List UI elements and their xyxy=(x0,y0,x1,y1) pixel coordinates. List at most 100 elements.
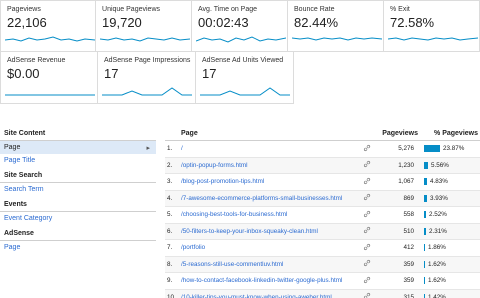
external-link-icon[interactable] xyxy=(363,292,371,298)
row-index: 10. xyxy=(165,289,179,298)
metric-card[interactable]: Bounce Rate 82.44% xyxy=(288,0,385,52)
sparkline-icon xyxy=(5,36,95,42)
header-pageviews[interactable]: Pageviews xyxy=(375,127,420,141)
page-link[interactable]: /blog-post-promotion-tips.html xyxy=(181,178,264,185)
pct-value: 1.62% xyxy=(428,277,446,285)
metric-label: Avg. Time on Page xyxy=(198,6,258,13)
sidebar-item-label: Event Category xyxy=(4,215,53,222)
page-link[interactable]: /7-awesome-ecommerce-platforms-small-bus… xyxy=(181,195,342,202)
metric-label: Unique Pageviews xyxy=(102,6,160,13)
sparkline-icon xyxy=(196,36,287,43)
sparkline-icon xyxy=(292,37,383,41)
row-link-cell xyxy=(359,289,375,298)
page-link[interactable]: /optin-popup-forms.html xyxy=(181,162,248,169)
pct-value: 1.86% xyxy=(428,244,446,252)
pct-bar xyxy=(424,244,425,252)
pct-bar-group: 23.87% xyxy=(424,145,478,153)
pct-value: 2.31% xyxy=(429,227,447,235)
metric-card[interactable]: % Exit 72.58% xyxy=(384,0,480,52)
metric-label: AdSense Ad Units Viewed xyxy=(202,57,284,64)
pct-value: 1.42% xyxy=(428,293,446,298)
metric-value: 19,720 xyxy=(102,15,142,30)
sparkline-icon xyxy=(200,87,290,96)
sidebar-item[interactable]: Search Term xyxy=(0,183,156,196)
sidebar-section: Site Content Page ▸ Page Title xyxy=(0,127,156,167)
pct-bar xyxy=(424,194,427,202)
metric-card[interactable]: Pageviews 22,106 xyxy=(0,0,97,52)
sidebar-item[interactable]: Page ▸ xyxy=(0,141,156,154)
metric-card[interactable]: AdSense Ad Units Viewed 17 xyxy=(196,52,294,104)
row-pageviews: 359 xyxy=(375,256,420,273)
row-index: 1. xyxy=(165,140,179,158)
row-pct-cell: 2.52% xyxy=(420,206,480,224)
external-link-icon[interactable] xyxy=(363,210,371,218)
row-link-cell xyxy=(359,256,375,273)
page-link[interactable]: /how-to-contact-facebook-linkedin-twitte… xyxy=(181,277,342,284)
sidebar-item[interactable]: Event Category xyxy=(0,212,156,225)
sparkline-line xyxy=(200,87,290,96)
metric-value: 72.58% xyxy=(390,15,435,30)
row-pageviews: 869 xyxy=(375,190,420,207)
table-header-row: Page Pageviews % Pageviews xyxy=(165,127,480,141)
row-page-cell: /50-filters-to-keep-your-inbox-squeaky-c… xyxy=(179,223,359,240)
row-page-cell: / xyxy=(179,140,359,158)
header-page[interactable]: Page xyxy=(179,127,359,141)
pct-bar-group: 5.56% xyxy=(424,161,478,169)
metric-card[interactable]: Unique Pageviews 19,720 xyxy=(96,0,193,52)
page-link[interactable]: /portfolio xyxy=(181,244,205,251)
pct-bar-group: 4.83% xyxy=(424,178,478,186)
metric-label: % Exit xyxy=(390,6,410,13)
chevron-right-icon: ▸ xyxy=(146,145,150,152)
pct-value: 23.87% xyxy=(443,145,465,153)
external-link-icon[interactable] xyxy=(363,160,371,168)
pct-value: 3.93% xyxy=(430,194,448,202)
table-row: 5./choosing-best-tools-for-business.html… xyxy=(165,206,480,224)
sidebar-item[interactable]: Page Title xyxy=(0,154,156,167)
page-link[interactable]: /50-filters-to-keep-your-inbox-squeaky-c… xyxy=(181,228,318,235)
external-link-icon[interactable] xyxy=(363,226,371,234)
external-link-icon[interactable] xyxy=(363,243,371,251)
page-link[interactable]: /choosing-best-tools-for-business.html xyxy=(181,211,287,218)
table-row: 2./optin-popup-forms.html 1,230 5.56% xyxy=(165,157,480,174)
row-page-cell: /optin-popup-forms.html xyxy=(179,157,359,174)
pct-bar-group: 2.52% xyxy=(424,211,478,219)
row-pct-cell: 5.56% xyxy=(420,157,480,174)
header-pct-pageviews[interactable]: % Pageviews xyxy=(420,127,480,141)
row-link-cell xyxy=(359,140,375,158)
metric-card[interactable]: AdSense Page Impressions 17 xyxy=(98,52,196,104)
pct-bar xyxy=(424,161,428,169)
pct-bar xyxy=(424,145,440,153)
metric-card[interactable]: AdSense Revenue $0.00 xyxy=(0,52,98,104)
row-link-cell xyxy=(359,272,375,290)
external-link-icon[interactable] xyxy=(363,177,371,185)
page-link[interactable]: / xyxy=(181,145,183,152)
row-page-cell: /blog-post-promotion-tips.html xyxy=(179,173,359,191)
page-link[interactable]: /5-reasons-still-use-commentluv.html xyxy=(181,261,283,268)
row-pageviews: 558 xyxy=(375,206,420,224)
table-row: 10./10-killer-tips-you-must-know-when-us… xyxy=(165,289,480,298)
row-page-cell: /5-reasons-still-use-commentluv.html xyxy=(179,256,359,273)
metric-label: AdSense Page Impressions xyxy=(104,57,191,64)
row-index: 4. xyxy=(165,190,179,207)
pct-bar xyxy=(424,227,426,235)
pct-bar xyxy=(424,293,425,298)
metric-card[interactable]: Avg. Time on Page 00:02:43 xyxy=(192,0,289,52)
sidebar-item[interactable]: Page xyxy=(0,241,156,254)
pct-bar-group: 1.86% xyxy=(424,244,478,252)
external-link-icon[interactable] xyxy=(363,193,371,201)
row-index: 3. xyxy=(165,173,179,191)
pct-bar-group: 1.62% xyxy=(424,260,478,268)
external-link-icon[interactable] xyxy=(363,259,371,267)
pct-bar-group: 1.42% xyxy=(424,293,478,298)
row-page-cell: /portfolio xyxy=(179,239,359,257)
table-row: 3./blog-post-promotion-tips.html 1,067 4.8… xyxy=(165,173,480,191)
page-link[interactable]: /10-killer-tips-you-must-know-when-using… xyxy=(181,294,332,298)
row-pct-cell: 1.62% xyxy=(420,256,480,273)
external-link-icon[interactable] xyxy=(363,276,371,284)
table-row: 8./5-reasons-still-use-commentluv.html 35… xyxy=(165,256,480,273)
external-link-icon[interactable] xyxy=(363,144,371,152)
row-pageviews: 1,230 xyxy=(375,157,420,174)
table-row: 9./how-to-contact-facebook-linkedin-twit… xyxy=(165,272,480,290)
row-page-cell: /how-to-contact-facebook-linkedin-twitte… xyxy=(179,272,359,290)
row-pct-cell: 1.62% xyxy=(420,272,480,290)
